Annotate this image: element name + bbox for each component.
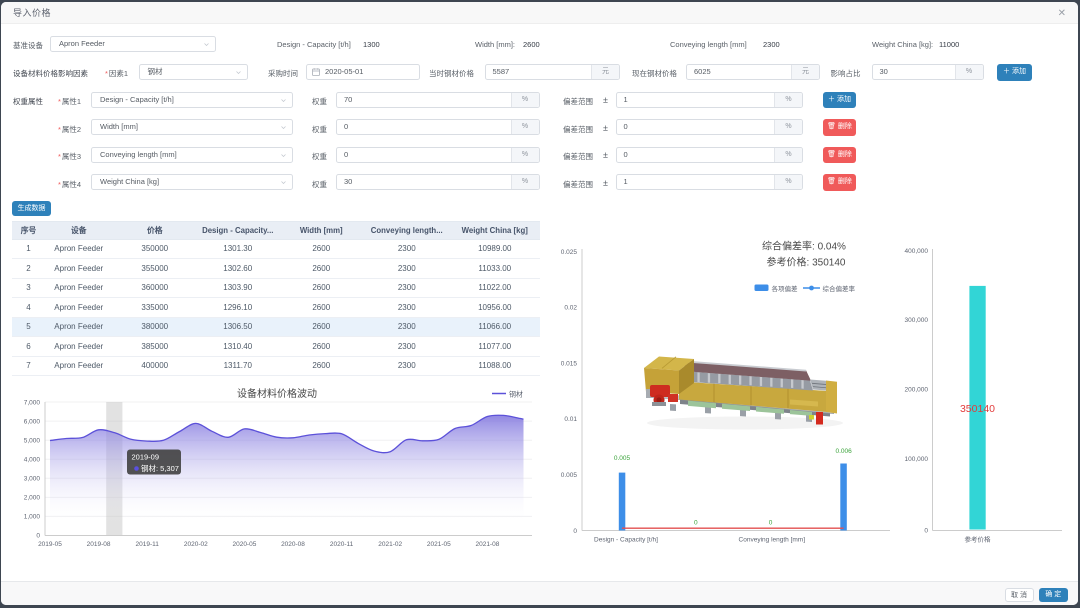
svg-text:0.006: 0.006 (835, 448, 852, 455)
svg-text:参考价格: 350140: 参考价格: 350140 (767, 256, 846, 269)
svg-text:2019-05: 2019-05 (38, 541, 62, 548)
svg-text:参考价格: 参考价格 (965, 535, 992, 544)
svg-text:Conveying length [mm]: Conveying length [mm] (739, 537, 806, 544)
svg-text:2020-05: 2020-05 (232, 541, 256, 548)
svg-text:2020-08: 2020-08 (281, 541, 305, 548)
svg-text:0.005: 0.005 (614, 455, 631, 462)
svg-text:100,000: 100,000 (905, 456, 929, 463)
svg-text:综合偏差率: 0.04%: 综合偏差率: 0.04% (762, 240, 846, 253)
svg-text:3,000: 3,000 (24, 476, 41, 483)
svg-text:2019-11: 2019-11 (136, 541, 160, 548)
svg-text:2021-02: 2021-02 (378, 541, 402, 548)
svg-text:0: 0 (694, 520, 698, 527)
svg-text:2019-09: 2019-09 (132, 453, 160, 462)
svg-text:5,000: 5,000 (24, 437, 41, 444)
svg-text:2,000: 2,000 (24, 495, 41, 502)
svg-text:0.005: 0.005 (561, 472, 578, 479)
svg-text:4,000: 4,000 (24, 456, 41, 463)
svg-text:0.015: 0.015 (561, 360, 578, 367)
svg-text:0: 0 (36, 533, 40, 540)
svg-text:300,000: 300,000 (905, 317, 929, 324)
svg-text:Design - Capacity [t/h]: Design - Capacity [t/h] (594, 537, 658, 544)
svg-text:0: 0 (769, 520, 773, 527)
svg-text:设备材料价格波动: 设备材料价格波动 (237, 387, 317, 400)
svg-text:1,000: 1,000 (24, 514, 41, 521)
svg-text:400,000: 400,000 (905, 248, 929, 255)
svg-text:7,000: 7,000 (24, 399, 41, 406)
svg-text:2021-08: 2021-08 (475, 541, 499, 548)
svg-text:0.025: 0.025 (561, 249, 578, 256)
svg-text:钢材: 5,307: 钢材: 5,307 (141, 463, 179, 473)
svg-text:0.02: 0.02 (564, 305, 577, 312)
svg-text:200,000: 200,000 (905, 387, 929, 394)
svg-text:0: 0 (924, 528, 928, 535)
svg-text:综合偏差率: 综合偏差率 (823, 284, 856, 293)
svg-text:2020-11: 2020-11 (330, 541, 354, 548)
svg-text:钢材: 钢材 (509, 390, 523, 399)
svg-text:各项偏差: 各项偏差 (772, 284, 799, 293)
svg-text:0.01: 0.01 (564, 416, 577, 423)
svg-text:0: 0 (573, 528, 577, 535)
svg-text:350140: 350140 (960, 403, 995, 415)
svg-text:2019-08: 2019-08 (87, 541, 111, 548)
svg-text:6,000: 6,000 (24, 418, 41, 425)
svg-text:2021-05: 2021-05 (427, 541, 451, 548)
svg-text:2020-02: 2020-02 (184, 541, 208, 548)
